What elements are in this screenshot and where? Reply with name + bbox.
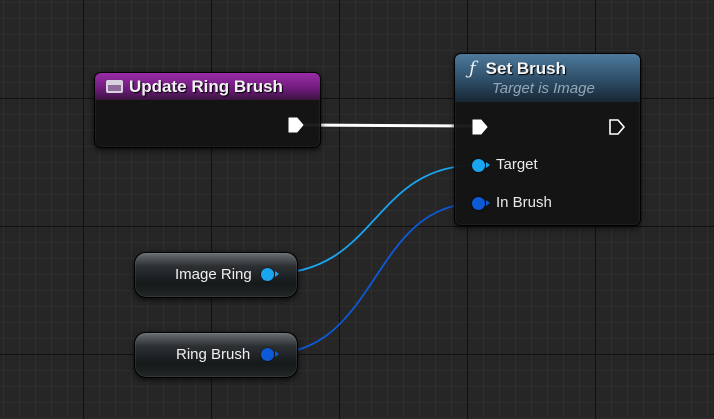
- function-node-subtitle: Target is Image: [492, 80, 595, 97]
- ring-brush-pin-arrow-icon: [275, 351, 279, 357]
- in-brush-input-pin[interactable]: [472, 197, 485, 210]
- in-brush-pin-label: In Brush: [496, 194, 552, 211]
- event-node-title: Update Ring Brush: [129, 76, 283, 96]
- event-graph-icon: [106, 80, 123, 93]
- event-node-header[interactable]: Update Ring Brush: [95, 73, 320, 100]
- exec-wire[interactable]: [303, 123, 475, 128]
- target-pin-arrow-icon: [486, 162, 490, 168]
- target-pin-label: Target: [496, 156, 538, 173]
- exec-output-pin[interactable]: [287, 116, 305, 134]
- image-ring-pin-arrow-icon: [275, 271, 279, 277]
- blueprint-graph-canvas[interactable]: Update Ring Brush ƒ Set Brush Target is …: [0, 0, 714, 419]
- in-brush-pin-arrow-icon: [486, 200, 490, 206]
- ring-brush-output-pin[interactable]: [261, 348, 274, 361]
- function-icon: ƒ: [469, 58, 476, 79]
- image-ring-output-pin[interactable]: [261, 268, 274, 281]
- exec-input-pin[interactable]: [471, 118, 489, 136]
- variable-node-ring-brush[interactable]: Ring Brush: [134, 332, 298, 378]
- variable-node-image-ring[interactable]: Image Ring: [134, 252, 298, 298]
- exec-output-pin[interactable]: [608, 118, 626, 136]
- function-node-header[interactable]: ƒ Set Brush Target is Image: [455, 54, 640, 102]
- function-node-title: Set Brush: [485, 58, 566, 78]
- variable-label: Image Ring: [175, 266, 252, 283]
- event-node-update-ring-brush[interactable]: Update Ring Brush: [94, 72, 321, 148]
- image-ring-to-target-wire[interactable]: [267, 164, 479, 275]
- function-node-set-brush[interactable]: ƒ Set Brush Target is Image Target In Br…: [454, 53, 641, 226]
- ring-brush-to-in-brush-wire[interactable]: [267, 202, 479, 355]
- variable-label: Ring Brush: [176, 346, 251, 363]
- target-input-pin[interactable]: [472, 159, 485, 172]
